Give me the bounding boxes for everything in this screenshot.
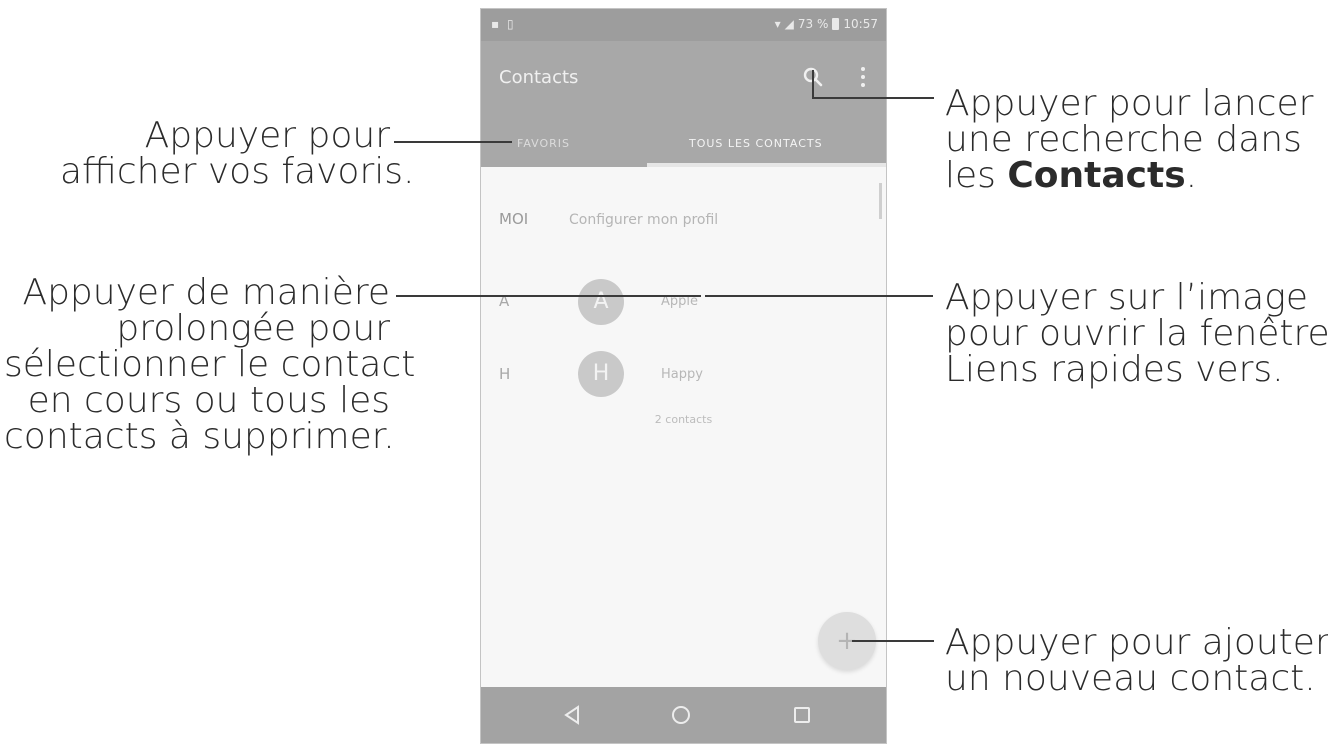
tab-all-contacts[interactable]: TOUS LES CONTACTS xyxy=(689,137,823,150)
avatar[interactable]: H xyxy=(578,351,624,397)
contact-name[interactable]: Happy xyxy=(661,367,703,382)
signal-icon: ◢ xyxy=(784,17,794,31)
favorites-callout: Appuyer pour afficher vos favoris. xyxy=(60,115,415,192)
tab-favorites[interactable]: FAVORIS xyxy=(517,137,570,150)
search-callout: Appuyer pour lancer une recherche dans l… xyxy=(945,83,1314,196)
image-leader-line xyxy=(705,295,933,297)
avatar[interactable]: A xyxy=(578,279,624,325)
add-callout: Appuyer pour ajouter un nouveau contact. xyxy=(945,622,1328,699)
contact-list: MOI Configurer mon profil A A Apple H H … xyxy=(481,167,886,697)
wifi-icon: ▾ xyxy=(774,17,781,31)
scrollbar[interactable] xyxy=(879,183,882,219)
long-press-leader-line xyxy=(396,295,701,297)
phone-screen: ▪ ▯ ▾ ◢ 73 % 10:57 Contacts FAVORIS TOUS… xyxy=(480,8,887,744)
app-title: Contacts xyxy=(499,67,579,88)
home-icon[interactable] xyxy=(669,703,693,727)
more-options-icon[interactable] xyxy=(853,63,873,91)
recent-apps-icon[interactable] xyxy=(791,704,813,726)
search-leader-line xyxy=(812,97,934,99)
battery-percent: 73 % xyxy=(797,17,829,31)
status-bar: ▪ ▯ ▾ ◢ 73 % 10:57 xyxy=(481,9,886,41)
battery-icon xyxy=(832,18,840,30)
app-bar: Contacts FAVORIS TOUS LES CONTACTS xyxy=(481,41,886,167)
notification-icons: ▪ ▯ xyxy=(491,17,516,31)
long-press-callout: Appuyer de manière prolongée pour sélect… xyxy=(4,272,416,457)
favorites-leader-line xyxy=(394,141,512,143)
setup-profile-link[interactable]: Configurer mon profil xyxy=(569,212,718,228)
back-icon[interactable] xyxy=(561,703,585,727)
navigation-bar xyxy=(481,687,886,743)
image-callout: Appuyer sur l’image pour ouvrir la fenêt… xyxy=(945,277,1328,390)
section-letter: H xyxy=(499,365,511,383)
clock: 10:57 xyxy=(843,17,878,31)
contact-count: 2 contacts xyxy=(654,413,713,426)
contacts-app-name: Contacts xyxy=(1007,155,1186,196)
me-section-label: MOI xyxy=(499,210,529,228)
search-leader-vertical xyxy=(812,70,814,98)
add-leader-line xyxy=(852,640,934,642)
